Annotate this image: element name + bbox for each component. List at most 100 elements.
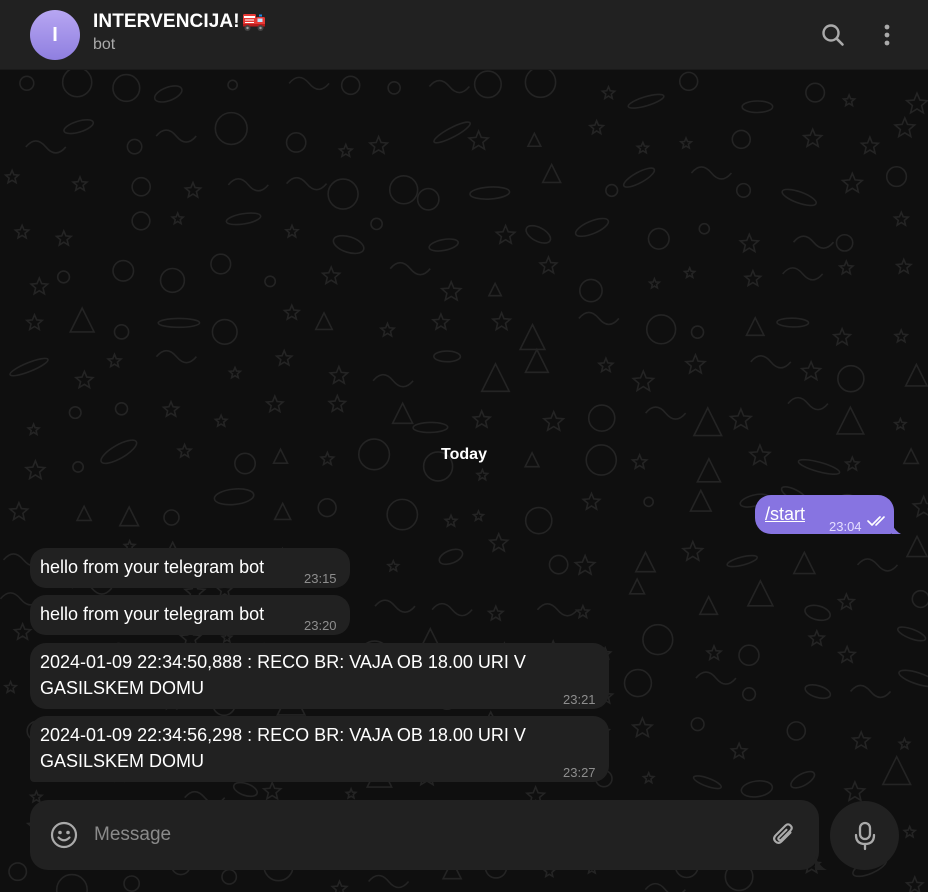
doodle-shape (439, 279, 463, 302)
chat-title: INTERVENCIJA! (93, 11, 240, 32)
doodle-shape (729, 741, 749, 760)
message-incoming[interactable]: 2024-01-09 22:34:56,298 : RECO BR: VAJA … (30, 716, 609, 782)
avatar[interactable]: I (30, 10, 80, 60)
doodle-shape (211, 318, 238, 345)
doodle-shape (792, 235, 835, 249)
doodle-shape (161, 399, 181, 418)
doodle-shape (471, 508, 486, 522)
doodle-shape (678, 135, 694, 150)
voice-record-button[interactable] (830, 801, 899, 870)
chat-subtitle: bot (93, 36, 116, 53)
doodle-shape (689, 488, 713, 512)
doodle-shape (738, 644, 760, 667)
doodle-shape (227, 178, 269, 192)
doodle-shape (159, 267, 186, 294)
doodle-shape (487, 531, 510, 553)
doodle-shape (647, 227, 670, 250)
doodle-shape (644, 882, 686, 892)
doodle-shape (690, 325, 705, 339)
doodle-shape (288, 76, 330, 91)
chat-title-row: INTERVENCIJA! (93, 11, 267, 33)
doodle-shape (386, 498, 419, 531)
doodle-shape (490, 310, 513, 332)
message-text-line: GASILSKEM DOMU (40, 678, 205, 698)
doodle-shape (157, 317, 201, 329)
doodle-shape (581, 491, 602, 511)
doodle-shape (605, 183, 619, 198)
doodle-shape (786, 721, 807, 741)
message-text: hello from your telegram bot (40, 604, 265, 624)
doodle-shape (643, 496, 654, 508)
doodle-shape (893, 115, 917, 139)
doodle-shape (541, 409, 566, 432)
doodle-shape (480, 362, 511, 393)
message-incoming[interactable]: hello from your telegram bot 23:20 (30, 595, 350, 635)
doodle-shape (804, 684, 832, 700)
doodle-shape (386, 558, 401, 573)
more-options-button[interactable] (867, 15, 907, 55)
bot-command-link[interactable]: /start (765, 501, 805, 527)
search-button[interactable] (813, 15, 853, 55)
message-input[interactable] (94, 818, 754, 852)
doodle-shape (781, 188, 817, 207)
doodle-shape (746, 579, 775, 607)
doodle-shape (628, 577, 646, 595)
doodle-shape (647, 276, 662, 290)
doodle-shape (790, 770, 816, 789)
doodle-shape (283, 223, 300, 239)
doodle-shape (745, 315, 766, 337)
doodle-shape (574, 217, 610, 238)
doodle-shape (548, 554, 569, 575)
doodle-shape (645, 406, 687, 420)
doodle-shape (225, 212, 262, 226)
doodle-shape (705, 643, 724, 662)
doodle-shape (388, 175, 419, 205)
doodle-shape (227, 79, 239, 91)
doodle-shape (221, 868, 238, 885)
doodle-shape (678, 71, 699, 92)
doodle-shape (433, 121, 471, 144)
chat-info[interactable]: INTERVENCIJA! bot (93, 11, 267, 54)
doodle-shape (859, 135, 881, 155)
doodle-shape (885, 165, 908, 188)
doodle-shape (692, 775, 722, 790)
message-outgoing[interactable]: /start 23:04 (755, 495, 901, 534)
composer-tail (815, 856, 827, 870)
doodle-shape (741, 687, 757, 702)
doodle-shape (898, 669, 928, 688)
doodle-shape (71, 174, 89, 192)
doodle-shape (340, 75, 361, 96)
doodle-shape (836, 592, 857, 611)
message-incoming[interactable]: 2024-01-09 22:34:50,888 : RECO BR: VAJA … (30, 643, 609, 709)
doodle-shape (29, 276, 50, 296)
doodle-shape (911, 589, 928, 609)
doodle-shape (843, 779, 867, 802)
doodle-shape (264, 394, 285, 414)
doodle-shape (623, 668, 653, 698)
doodle-shape (518, 322, 547, 351)
doodle-shape (849, 684, 892, 699)
doodle-shape (327, 178, 359, 210)
paperclip-icon (773, 823, 793, 844)
more-vertical-icon (884, 24, 890, 46)
attach-button[interactable] (770, 821, 798, 849)
doodle-shape (578, 311, 620, 326)
doodle-shape (728, 406, 754, 431)
doodle-shape (232, 781, 259, 798)
doodle-shape (285, 132, 307, 153)
doodle-shape (126, 138, 143, 155)
doodle-shape (114, 401, 129, 416)
doodle-shape (690, 717, 705, 732)
doodle-shape (698, 222, 711, 235)
doodle-shape (155, 129, 197, 143)
doodle-shape (690, 166, 733, 180)
doodle-shape (428, 238, 459, 252)
doodle-shape (892, 416, 908, 431)
doodle-shape (314, 311, 334, 331)
doodle-shape (282, 303, 302, 321)
emoji-button[interactable] (50, 821, 78, 849)
message-incoming[interactable]: hello from your telegram bot 23:15 (30, 548, 350, 588)
doodle-shape (273, 501, 292, 521)
doodle-shape (391, 401, 414, 425)
doodle-shape (378, 321, 397, 338)
